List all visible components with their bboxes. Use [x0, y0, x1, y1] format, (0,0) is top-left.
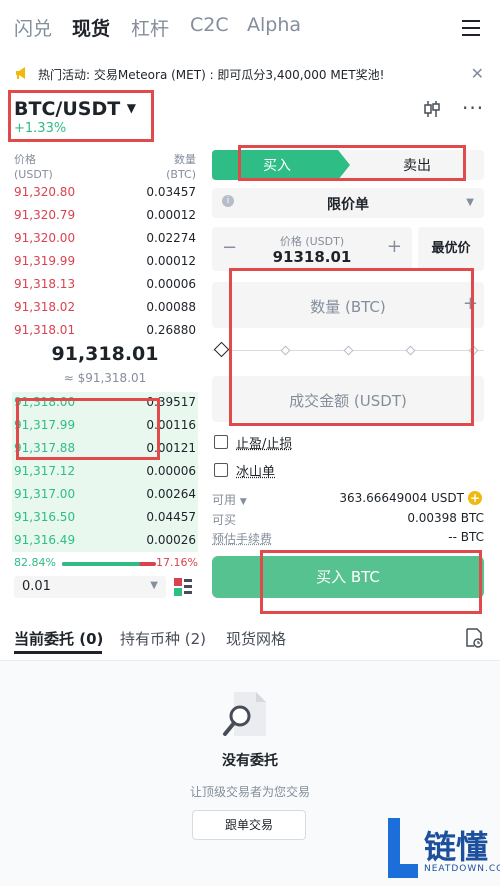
last-price: 91,318.01 [51, 343, 159, 365]
no-orders-icon [223, 692, 266, 736]
bid-row[interactable]: 91,317.99 0.00116 [14, 415, 196, 437]
bid-row[interactable]: 91,317.00 0.00264 [14, 484, 196, 506]
ask-row[interactable]: 91,320.80 0.03457 [14, 182, 196, 204]
banner-text: 热门活动: 交易Meteora (MET) : 即可瓜分3,400,000 ME… [38, 68, 385, 82]
iceberg-label[interactable]: 冰山单 [236, 461, 275, 480]
plus-icon[interactable]: + [463, 293, 478, 314]
tab-spot[interactable]: 现货 [72, 14, 110, 41]
neatdown-logo-icon [388, 818, 418, 878]
chevron-down-icon: ▼ [466, 197, 474, 208]
chevron-down-icon: ▼ [239, 497, 247, 507]
more-options-icon[interactable]: ··· [462, 96, 484, 120]
orderbook-qty-header: 数量 (BTC) [166, 153, 196, 181]
tp-sl-checkbox[interactable] [214, 435, 228, 449]
ask-row[interactable]: 91,319.99 0.00012 [14, 251, 196, 273]
tp-sl-label[interactable]: 止盈/止损 [236, 433, 292, 452]
tab-alpha[interactable]: Alpha [247, 14, 301, 36]
slider-mark-75[interactable] [405, 345, 416, 356]
watermark-text: 链懂 [424, 828, 489, 866]
quantity-input[interactable]: 数量 (BTC) + [212, 282, 484, 328]
ratio-bar [62, 562, 156, 566]
price-input[interactable]: − 价格 (USDT) 91318.01 + [212, 227, 412, 271]
watermark-sub: NEATDOWN.COM [424, 864, 500, 874]
bid-row[interactable]: 91,316.49 0.00026 [14, 530, 196, 552]
chevron-down-icon: ▼ [150, 580, 158, 591]
candlestick-chart-icon[interactable] [422, 100, 442, 118]
order-history-icon[interactable] [464, 628, 484, 648]
slider-mark-100[interactable] [468, 345, 479, 356]
pair-change: +1.33% [14, 121, 67, 136]
orderbook-layout-icon[interactable] [174, 578, 192, 596]
menu-icon[interactable] [462, 20, 480, 41]
available-label[interactable]: 可用 ▼ [212, 491, 247, 508]
orderbook-price-header: 价格 (USDT) [14, 153, 53, 181]
order-type-select[interactable]: i 限价单 ▼ [212, 188, 484, 218]
tab-spot-grid[interactable]: 现货网格 [226, 628, 286, 649]
empty-title: 没有委托 [222, 753, 278, 769]
ask-row[interactable]: 91,318.02 0.00088 [14, 297, 196, 319]
tab-open-orders[interactable]: 当前委托 (0) [14, 628, 103, 649]
can-buy-label: 可买 [212, 513, 237, 527]
bid-row[interactable]: 91,318.00 0.39517 [14, 392, 196, 414]
sell-ratio: 17.16% [156, 556, 198, 569]
tab-flash-swap[interactable]: 闪兑 [14, 14, 52, 41]
fee-value: -- BTC [448, 530, 484, 544]
best-price-button[interactable]: 最优价 [418, 227, 484, 271]
sell-tab[interactable]: 卖出 [352, 155, 482, 175]
chevron-down-icon: ▼ [126, 101, 137, 115]
buy-tab[interactable]: 买入 [212, 155, 342, 175]
ask-row[interactable]: 91,320.79 0.00012 [14, 205, 196, 227]
fee-label: 预估手续费 [212, 532, 273, 546]
can-buy-value: 0.00398 BTC [407, 511, 484, 525]
active-tab-indicator [14, 651, 102, 654]
slider-handle[interactable] [213, 341, 230, 358]
bid-row[interactable]: 91,316.50 0.04457 [14, 507, 196, 529]
iceberg-checkbox[interactable] [214, 463, 228, 477]
available-value: 363.66649004 USDT [339, 491, 464, 505]
ask-row[interactable]: 91,320.00 0.02274 [14, 228, 196, 250]
empty-subtitle: 让顶级交易者为您交易 [189, 785, 310, 799]
amount-input[interactable]: 成交金额 (USDT) [212, 376, 484, 422]
last-price-usd: ≈ $91,318.01 [63, 371, 147, 385]
tab-holdings[interactable]: 持有币种 (2) [120, 628, 206, 649]
close-icon[interactable]: ✕ [471, 64, 484, 83]
slider-mark-25[interactable] [280, 345, 291, 356]
tab-margin[interactable]: 杠杆 [131, 14, 169, 41]
ask-row[interactable]: 91,318.01 0.26880 [14, 320, 196, 342]
bid-row[interactable]: 91,317.12 0.00006 [14, 461, 196, 483]
announcement-banner[interactable]: 热门活动: 交易Meteora (MET) : 即可瓜分3,400,000 ME… [0, 60, 500, 88]
copy-trading-button[interactable]: 跟单交易 [192, 810, 306, 840]
bid-row[interactable]: 91,317.88 0.00121 [14, 438, 196, 460]
buy-ratio: 82.84% [14, 556, 56, 569]
add-funds-icon[interactable]: + [468, 491, 482, 505]
slider-mark-50[interactable] [343, 345, 354, 356]
buy-btc-button[interactable]: 买入 BTC [212, 556, 484, 598]
pair-symbol[interactable]: BTC/USDT ▼ [14, 98, 136, 120]
precision-select[interactable]: 0.01 ▼ [14, 576, 166, 598]
megaphone-icon [16, 67, 25, 79]
ask-row[interactable]: 91,318.13 0.00006 [14, 274, 196, 296]
tab-c2c[interactable]: C2C [190, 14, 229, 36]
plus-icon[interactable]: + [387, 236, 402, 257]
